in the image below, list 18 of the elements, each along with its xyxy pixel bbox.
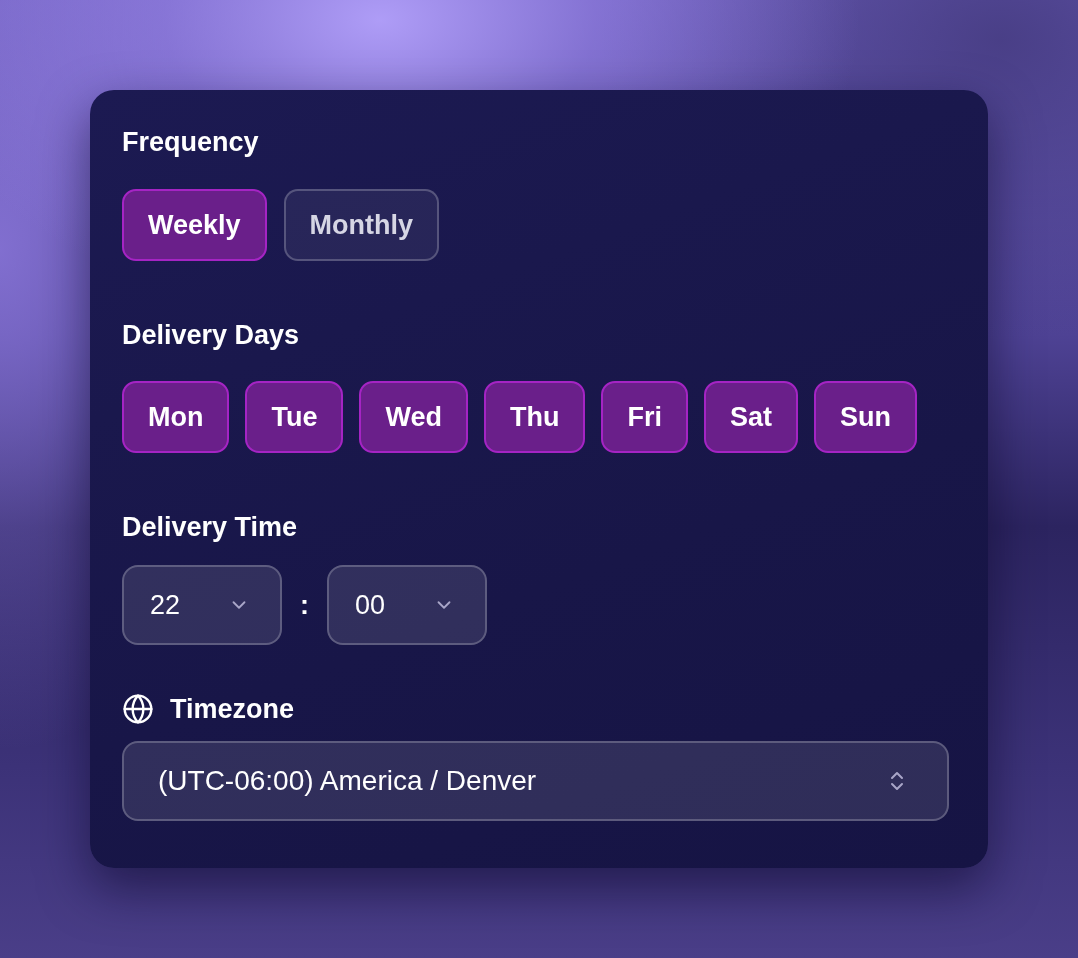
day-toggle[interactable]: Fri bbox=[601, 381, 688, 453]
day-toggle[interactable]: Sun bbox=[814, 381, 918, 453]
day-toggle[interactable]: Tue bbox=[245, 381, 344, 453]
timezone-select[interactable]: (UTC-06:00) America / Denver bbox=[122, 741, 949, 821]
day-toggle[interactable]: Mon bbox=[122, 381, 230, 453]
day-toggle[interactable]: Wed bbox=[359, 381, 468, 453]
globe-icon bbox=[122, 693, 154, 725]
section-label: Timezone bbox=[170, 693, 295, 726]
day-toggle[interactable]: Sat bbox=[704, 381, 799, 453]
day-toggle[interactable]: Thu bbox=[484, 381, 586, 453]
section-label: Delivery Time bbox=[122, 511, 298, 544]
frequency-option[interactable]: Weekly bbox=[122, 189, 267, 261]
hour-select[interactable]: 22 bbox=[122, 565, 282, 645]
section-label: Frequency bbox=[122, 126, 259, 159]
section-label: Delivery Days bbox=[122, 319, 300, 352]
minute-select[interactable]: 00 bbox=[327, 565, 487, 645]
time-separator: : bbox=[299, 589, 310, 621]
frequency-option[interactable]: Monthly bbox=[283, 189, 440, 261]
